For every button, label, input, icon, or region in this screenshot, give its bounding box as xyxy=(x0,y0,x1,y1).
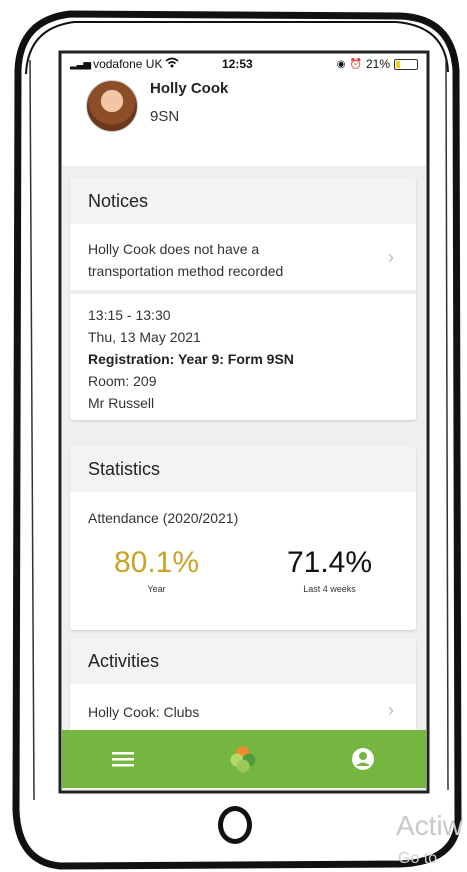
student-name: Holly Cook xyxy=(150,80,229,97)
activities-title: Activities xyxy=(70,638,416,684)
notices-card: Notices Holly Cook does not have a trans… xyxy=(70,178,416,420)
chevron-right-icon: › xyxy=(388,247,394,267)
battery-icon xyxy=(394,58,418,70)
lesson-notice[interactable]: 13:15 - 13:30 Thu, 13 May 2021 Registrat… xyxy=(70,294,416,420)
status-left: ▂▃▅ vodafone UK xyxy=(70,57,179,71)
statistics-card: Statistics Attendance (2020/2021) 80.1% … xyxy=(70,446,416,630)
avatar xyxy=(86,80,138,132)
profile-icon[interactable] xyxy=(348,744,378,774)
recent-stat: 71.4% Last 4 weeks xyxy=(243,546,416,594)
battery-fill xyxy=(396,60,401,68)
lesson-room: Room: 209 xyxy=(88,373,157,389)
statistics-title: Statistics xyxy=(70,446,416,492)
transport-notice-line1: Holly Cook does not have a xyxy=(88,241,260,257)
status-time: 12:53 xyxy=(222,57,253,71)
status-bar: ▂▃▅ vodafone UK 12:53 ◉ ⏰ 21% xyxy=(62,54,426,74)
attendance-label: Attendance (2020/2021) xyxy=(88,510,239,526)
year-stat: 80.1% Year xyxy=(70,546,243,594)
chevron-right-icon: › xyxy=(388,700,394,720)
home-button[interactable] xyxy=(218,806,252,844)
bottom-tab-bar xyxy=(62,730,426,788)
recent-attendance-label: Last 4 weeks xyxy=(303,584,356,594)
signal-icon: ▂▃▅ xyxy=(70,58,91,70)
recent-attendance-value: 71.4% xyxy=(286,546,373,579)
location-icon: ◉ xyxy=(336,58,346,70)
status-right: ◉ ⏰ 21% xyxy=(337,57,418,71)
year-attendance-label: Year xyxy=(147,584,166,594)
battery-percent: 21% xyxy=(365,57,390,71)
transport-notice-line2: transportation method recorded xyxy=(88,263,284,279)
carrier-label: vodafone UK xyxy=(93,57,163,71)
logo-icon[interactable] xyxy=(228,744,258,774)
alarm-icon: ⏰ xyxy=(349,58,362,70)
student-form: 9SN xyxy=(150,108,180,125)
wifi-icon xyxy=(165,57,179,71)
lesson-teacher: Mr Russell xyxy=(88,395,155,411)
activation-watermark-sub: Go to xyxy=(398,850,438,867)
year-attendance-value: 80.1% xyxy=(113,546,200,579)
lesson-registration: Registration: Year 9: Form 9SN xyxy=(88,351,294,367)
transport-notice[interactable]: Holly Cook does not have a transportatio… xyxy=(70,224,416,294)
lesson-time: 13:15 - 13:30 xyxy=(88,307,171,323)
student-profile[interactable]: Holly Cook 9SN xyxy=(62,74,426,166)
lesson-date: Thu, 13 May 2021 xyxy=(88,329,201,345)
notices-title: Notices xyxy=(70,178,416,224)
activity-item-label: Holly Cook: Clubs xyxy=(88,704,200,720)
menu-icon[interactable] xyxy=(108,744,138,774)
activation-watermark: Actiw xyxy=(396,810,463,841)
phone-screen: ▂▃▅ vodafone UK 12:53 ◉ ⏰ 21% Holly Cook… xyxy=(62,54,426,790)
attendance-stats: 80.1% Year 71.4% Last 4 weeks xyxy=(70,526,416,594)
